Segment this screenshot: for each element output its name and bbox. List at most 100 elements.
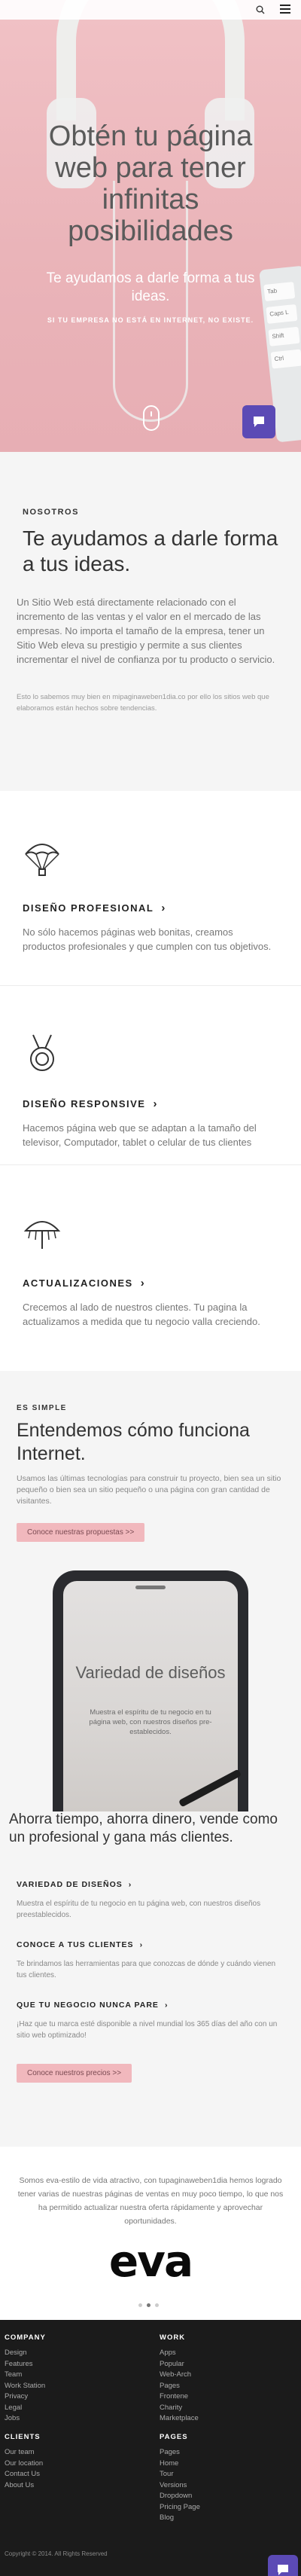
footer-heading: WORK [160, 2333, 186, 2342]
footer-link[interactable]: Features [5, 2359, 46, 2370]
carousel-dot[interactable] [155, 2303, 159, 2307]
scroll-down-icon[interactable] [143, 405, 160, 431]
key-shift: Shift [268, 326, 300, 346]
proposals-button[interactable]: Conoce nuestras propuestas >> [17, 1523, 145, 1542]
footer-col-company: COMPANY Design Features Team Work Statio… [5, 2333, 46, 2425]
footer-link[interactable]: Legal [5, 2403, 46, 2414]
footer-link[interactable]: Our location [5, 2458, 43, 2470]
carousel-dots [138, 2303, 159, 2307]
feature-text: No sólo hacemos páginas web bonitas, cre… [23, 926, 272, 952]
footer-link[interactable]: Popular [160, 2359, 199, 2370]
feature-responsive-design: DISEÑO RESPONSIVE › Hacemos página web qu… [23, 1033, 278, 1149]
footer-link[interactable]: Frontene [160, 2391, 199, 2403]
step-text: Muestra el espíritu de tu negocio en tu … [17, 1900, 261, 1919]
features-section: DISEÑO PROFESIONAL › No sólo hacemos pági… [0, 791, 301, 1371]
chevron-right-icon: › [161, 902, 166, 914]
step-text: ¡Haz que tu marca esté disponible a nive… [17, 2020, 278, 2040]
hamburger-menu-icon[interactable] [280, 5, 290, 15]
feature-title[interactable]: DISEÑO PROFESIONAL › [23, 902, 278, 914]
footer-link[interactable]: About Us [5, 2480, 43, 2492]
medal-icon [30, 1034, 54, 1071]
divider [0, 985, 301, 986]
phone-text: Muestra el espíritu de tu negocio en tu … [89, 1708, 212, 1736]
footer-link[interactable]: Our team [5, 2447, 43, 2458]
about-lead: Un Sitio Web está directamente relaciona… [17, 597, 275, 665]
chat-button[interactable] [242, 405, 275, 438]
key-ctrl: Ctrl [270, 349, 301, 369]
step-title[interactable]: CONOCE A TUS CLIENTES › [17, 1940, 284, 1949]
footer-link[interactable]: Work Station [5, 2381, 46, 2392]
footer-link[interactable]: Tour [160, 2469, 200, 2480]
footer-link[interactable]: Privacy [5, 2391, 46, 2403]
how-it-works-section: ES SIMPLE Entendemos cómo funciona Inter… [0, 1371, 301, 2147]
phone-screen: Variedad de diseños Muestra el espíritu … [63, 1581, 242, 1811]
feature-text: Hacemos página web que se adaptan a la t… [23, 1122, 257, 1148]
footer-link[interactable]: Team [5, 2370, 46, 2381]
footer-link[interactable]: Pages [160, 2381, 199, 2392]
chevron-right-icon: › [140, 1277, 146, 1290]
footer-heading: CLIENTS [5, 2433, 41, 2441]
about-eyebrow: NOSOTROS [23, 508, 79, 517]
footer-link[interactable]: Pricing Page [160, 2502, 200, 2513]
chevron-right-icon: › [139, 1940, 144, 1949]
carousel-dot-active[interactable] [147, 2303, 150, 2307]
how-slogan: Ahorra tiempo, ahorra dinero, vende como… [9, 1811, 278, 1845]
step-text: Te brindamos las herramientas para que c… [17, 1960, 276, 1979]
phone-title: Variedad de diseños [75, 1663, 226, 1682]
footer-col-pages: PAGES Pages Home Tour Versions Dropdown … [160, 2433, 200, 2524]
footer: COMPANY Design Features Team Work Statio… [0, 2320, 301, 2576]
footer-link[interactable]: Charity [160, 2403, 199, 2414]
footer-link[interactable]: Versions [160, 2480, 200, 2492]
footer-link[interactable]: Web-Arch [160, 2370, 199, 2381]
phone-mockup: Variedad de diseños Muestra el espíritu … [53, 1570, 248, 1811]
footer-link[interactable]: Home [160, 2458, 200, 2470]
key-tab: Tab [263, 282, 296, 302]
footer-heading: PAGES [160, 2433, 188, 2441]
step-title[interactable]: VARIEDAD DE DISEÑOS › [17, 1880, 284, 1889]
about-section: NOSOTROS Te ayudamos a darle forma a tus… [0, 452, 301, 791]
footer-link[interactable]: Design [5, 2348, 46, 2359]
phone-speaker [135, 1586, 166, 1589]
feature-text: Crecemos al lado de nuestros clientes. T… [23, 1302, 260, 1327]
footer-link[interactable]: Blog [160, 2513, 200, 2524]
feature-title[interactable]: DISEÑO RESPONSIVE › [23, 1097, 278, 1110]
chat-icon [254, 417, 264, 427]
chat-button[interactable] [268, 2555, 298, 2576]
chevron-right-icon: › [164, 2001, 169, 2010]
hero-title: Obtén tu página web para tener infinitas… [48, 121, 253, 247]
footer-link[interactable]: Dropdown [160, 2491, 200, 2502]
footer-link[interactable]: Jobs [5, 2413, 46, 2425]
umbrella-icon [23, 1221, 61, 1249]
footer-link[interactable]: Marketplace [160, 2413, 199, 2425]
how-heading: Entendemos cómo funciona Internet. [17, 1420, 250, 1464]
feature-updates: ACTUALIZACIONES › Crecemos al lado de nue… [23, 1213, 278, 1329]
chevron-right-icon: › [128, 1880, 132, 1889]
testimonial-section: Somos eva-estilo de vida atractivo, con … [0, 2147, 301, 2320]
search-icon[interactable] [256, 5, 265, 14]
step-item: VARIEDAD DE DISEÑOS › Muestra el espíritu… [17, 1880, 284, 1921]
hero-subtitle: Te ayudamos a darle forma a tus ideas. [46, 270, 255, 304]
footer-link[interactable]: Apps [160, 2348, 199, 2359]
footer-link[interactable]: Pages [160, 2447, 200, 2458]
how-intro: Usamos las últimas tecnologías para cons… [17, 1474, 281, 1506]
testimonial-text: Somos eva-estilo de vida atractivo, con … [17, 2176, 284, 2226]
prices-button[interactable]: Conoce nuestros precios >> [17, 2064, 132, 2083]
feature-title[interactable]: ACTUALIZACIONES › [23, 1277, 278, 1290]
footer-col-clients: CLIENTS Our team Our location Contact Us… [5, 2433, 43, 2491]
divider [0, 1164, 301, 1165]
top-bar [0, 0, 301, 20]
carousel-dot[interactable] [138, 2303, 142, 2307]
hero-section: Tab Caps L Shift Ctrl Obtén tu página we… [0, 0, 301, 452]
chevron-right-icon: › [153, 1097, 158, 1110]
footer-heading: COMPANY [5, 2333, 46, 2342]
how-eyebrow: ES SIMPLE [17, 1404, 67, 1412]
footer-col-work: WORK Apps Popular Web-Arch Pages Fronten… [160, 2333, 199, 2425]
pen-image [178, 1769, 242, 1808]
step-title[interactable]: QUE TU NEGOCIO NUNCA PARE › [17, 2001, 284, 2010]
step-item: CONOCE A TUS CLIENTES › Te brindamos las … [17, 1940, 284, 1981]
feature-professional-design: DISEÑO PROFESIONAL › No sólo hacemos pági… [23, 838, 278, 954]
client-logo: eva [108, 2236, 193, 2287]
footer-link[interactable]: Contact Us [5, 2469, 43, 2480]
copyright: Copyright © 2014. All Rights Reserved [5, 2550, 108, 2557]
step-item: QUE TU NEGOCIO NUNCA PARE › ¡Haz que tu m… [17, 2001, 284, 2041]
